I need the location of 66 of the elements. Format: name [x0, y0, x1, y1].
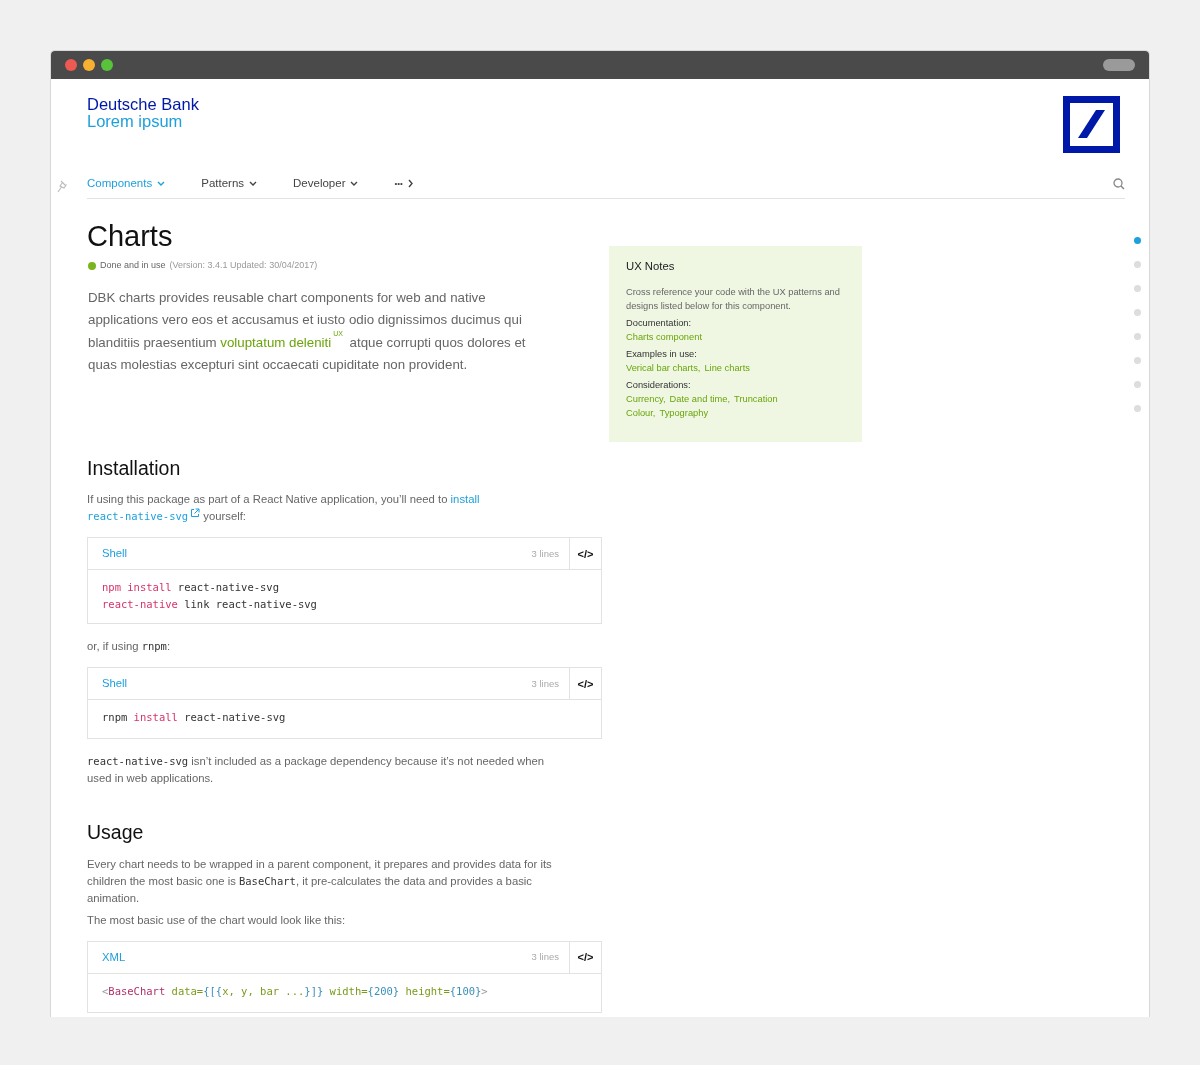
text-link[interactable]: install	[450, 493, 480, 506]
brand-subtitle: Lorem ipsum	[87, 113, 184, 130]
nav-tab[interactable]: Developer	[293, 175, 359, 193]
notes-link[interactable]: Colour,	[626, 406, 656, 421]
section-dot[interactable]	[1134, 381, 1141, 389]
chevron-down-icon	[350, 181, 359, 187]
section-dot[interactable]	[1134, 357, 1141, 365]
code-line: <BaseChart data={[{x, y, bar ...}]} width={200} height={100}>	[102, 983, 489, 999]
code-language: Shell	[101, 676, 128, 692]
notes-link[interactable]: Line charts	[704, 361, 750, 376]
section-dot[interactable]	[1134, 309, 1141, 317]
inline-code: BaseChart	[238, 874, 296, 887]
code-language: Shell	[101, 546, 128, 562]
section-dot[interactable]	[1134, 333, 1141, 341]
code-line: npm install react-native-svg	[102, 580, 280, 596]
section-heading: Installation	[87, 456, 182, 481]
code-link[interactable]: react-native-svg	[87, 510, 189, 523]
notes-label: Documentation:	[626, 317, 693, 331]
notes-label: Considerations:	[626, 379, 692, 393]
minimize-icon[interactable]	[83, 59, 95, 71]
notes-link[interactable]: Charts component	[626, 330, 702, 345]
inline-code: react-native-svg	[87, 755, 189, 768]
body-text: react-native-svg isn’t included as a package dependency because it’s not needed when used in web applications.	[87, 754, 546, 787]
nav-tab[interactable]: Components	[87, 175, 166, 193]
notes-link[interactable]: Truncation	[734, 392, 778, 407]
notes-title: UX Notes	[626, 259, 676, 275]
body-text: The most basic use of the chart would look like this:	[87, 912, 347, 928]
code-line: rnpm install react-native-svg	[102, 710, 287, 726]
notes-link[interactable]: Typography	[659, 406, 709, 421]
status-label: Done and in use	[100, 259, 166, 273]
close-icon[interactable]	[65, 59, 77, 71]
nav-tab[interactable]: Patterns	[201, 175, 258, 193]
page-title: Charts	[87, 219, 174, 255]
line-count: 3 lines	[531, 546, 559, 561]
search-icon[interactable]	[1113, 177, 1125, 190]
section-dot[interactable]	[1134, 405, 1141, 413]
pill-icon	[1103, 59, 1135, 71]
brand-name: Deutsche Bank	[87, 96, 199, 113]
version-info: (Version: 3.4.1 Updated: 30/04/2017)	[169, 259, 318, 273]
notes-link[interactable]: Verical bar charts,	[626, 361, 701, 376]
chevron-down-icon	[157, 181, 166, 187]
notes-link[interactable]: Date and time,	[669, 392, 731, 407]
intro-paragraph: DBK charts provides reusable chart components for web and native applications vero eos et accusamus et iusto odio dignissimos ducimus qui blanditiis praesentium voluptatum deleniti $^{UX}$ atque corrupti quos dolores et quas molestias excepturi sint occaecati cupiditate non provident.	[88, 288, 527, 375]
section-dot[interactable]	[1134, 285, 1141, 293]
chevron-down-icon	[249, 181, 258, 187]
chevron-right-icon	[407, 179, 413, 189]
notes-link[interactable]: Currency,	[626, 392, 666, 407]
external-link-icon	[190, 508, 201, 519]
code-line: react-native link react-native-svg	[102, 597, 318, 613]
text-link[interactable]: voluptatum deleniti	[220, 334, 332, 350]
inline-code: rnpm	[141, 640, 167, 653]
nav-tab[interactable]: •••	[394, 177, 413, 190]
notes-description: Cross reference your code with the UX patterns and designs listed below for this component.	[626, 286, 841, 314]
section-dot[interactable]	[1134, 261, 1141, 269]
line-count: 3 lines	[531, 950, 559, 965]
code-language: XML	[101, 949, 126, 965]
logo-icon	[1063, 96, 1120, 153]
maximize-icon[interactable]	[101, 59, 113, 71]
body-text: or, if using rnpm:	[87, 639, 172, 655]
body-text: If using this package as part of a React Native application, you’ll need to install react-native-svg yourself:	[87, 492, 481, 525]
line-count: 3 lines	[531, 676, 559, 691]
body-text: Every chart needs to be wrapped in a parent component, it prepares and provides data for its children the most basic one is BaseChart, it pre-calculates the data and provides a basic animation.	[87, 856, 553, 906]
pin-icon[interactable]	[57, 180, 68, 194]
notes-label: Examples in use:	[626, 348, 698, 362]
section-dot[interactable]	[1134, 237, 1141, 245]
section-heading: Usage	[87, 821, 145, 845]
